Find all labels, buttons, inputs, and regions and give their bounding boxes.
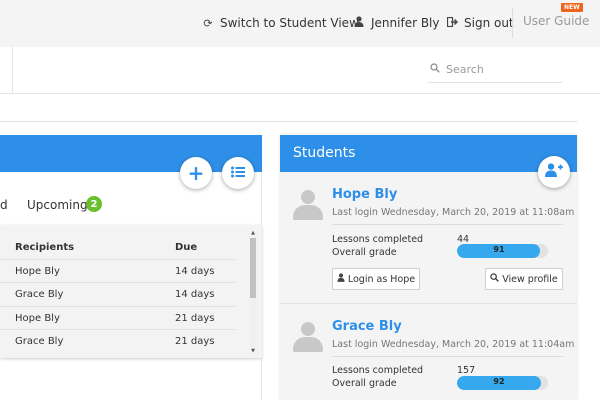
student-divider (332, 224, 563, 225)
user-menu[interactable]: Jennifer Bly (353, 14, 440, 32)
overall-grade-bar: 91 (457, 244, 548, 258)
table-row[interactable]: Grace Bly 21 days (0, 329, 235, 352)
scroll-down-arrow-icon[interactable]: ▼ (249, 348, 257, 354)
top-bar: ⟳ Switch to Student View Jennifer Bly Si… (0, 0, 600, 47)
sign-out-link[interactable]: Sign out (446, 14, 514, 32)
search-box (428, 61, 562, 83)
search-icon (430, 63, 440, 76)
switch-label: Switch to Student View (220, 16, 359, 30)
lessons-completed-label: Lessons completed (332, 365, 424, 376)
student-separator (280, 303, 577, 304)
students-title: Students (293, 145, 356, 161)
overall-grade-label: Overall grade (332, 247, 397, 258)
search-input[interactable] (446, 63, 558, 76)
add-user-icon (545, 163, 563, 181)
due-cell: 21 days (175, 313, 215, 324)
recipient-cell: Hope Bly (15, 313, 60, 324)
add-student-button[interactable] (538, 156, 570, 188)
sign-out-icon (446, 16, 458, 30)
add-button[interactable]: + (180, 157, 212, 189)
due-cell: 21 days (175, 336, 215, 347)
view-profile-label: View profile (502, 273, 558, 285)
login-as-label: Login as Hope (347, 273, 416, 285)
user-icon (337, 273, 345, 285)
lessons-completed-value: 157 (457, 365, 476, 376)
tab-partial[interactable]: d (0, 198, 8, 212)
list-view-button[interactable] (222, 157, 254, 189)
topbar-divider (512, 8, 513, 38)
overall-grade-value: 91 (493, 245, 505, 254)
recipient-cell: Grace Bly (15, 289, 64, 300)
table-scrollbar[interactable]: ▲ ▼ (249, 230, 257, 354)
recipient-cell: Grace Bly (15, 336, 64, 347)
new-badge: NEW (561, 3, 583, 12)
avatar (293, 322, 323, 352)
student-name[interactable]: Grace Bly (332, 319, 402, 334)
user-name: Jennifer Bly (371, 16, 440, 30)
due-cell: 14 days (175, 289, 215, 300)
due-header: Due (175, 242, 198, 253)
user-guide-link[interactable]: User Guide (523, 14, 589, 28)
user-icon (353, 16, 365, 30)
login-as-hope-button[interactable]: Login as Hope (332, 268, 420, 290)
table-row[interactable]: Hope Bly 14 days (0, 259, 235, 282)
search-icon (490, 273, 500, 285)
recipient-cell: Hope Bly (15, 266, 60, 277)
student-last-login: Last login Wednesday, March 20, 2019 at … (332, 339, 575, 350)
table-row[interactable]: Grace Bly 14 days (0, 282, 235, 305)
scroll-thumb[interactable] (250, 238, 256, 298)
lessons-completed-label: Lessons completed (332, 234, 424, 245)
overall-grade-label: Overall grade (332, 378, 397, 389)
sign-out-label: Sign out (464, 16, 514, 30)
student-divider (332, 356, 563, 357)
due-cell: 14 days (175, 266, 215, 277)
scroll-up-arrow-icon[interactable]: ▲ (249, 230, 257, 236)
student-last-login: Last login Wednesday, March 20, 2019 at … (332, 207, 575, 218)
overall-grade-bar: 92 (457, 376, 548, 390)
students-panel: Students Hope Bly Last login Wednesday, … (280, 135, 577, 400)
plus-icon: + (187, 161, 205, 185)
table-row[interactable]: Hope Bly 21 days (0, 306, 235, 329)
view-profile-button[interactable]: View profile (485, 268, 563, 290)
recipients-header: Recipients (15, 242, 75, 253)
tab-upcoming[interactable]: Upcoming (27, 198, 88, 212)
refresh-icon: ⟳ (203, 16, 213, 30)
content-divider (0, 121, 577, 122)
student-name[interactable]: Hope Bly (332, 187, 397, 202)
students-panel-header: Students (280, 135, 577, 172)
subbar-separator (12, 47, 13, 94)
assignments-table: Recipients Due Hope Bly 14 days Grace Bl… (0, 225, 262, 358)
overall-grade-value: 92 (493, 377, 505, 386)
list-icon (231, 164, 245, 182)
avatar (293, 190, 323, 220)
upcoming-count-badge: 2 (86, 196, 102, 212)
secondary-bar (0, 47, 600, 94)
switch-to-student-view-link[interactable]: ⟳ Switch to Student View (202, 14, 359, 32)
